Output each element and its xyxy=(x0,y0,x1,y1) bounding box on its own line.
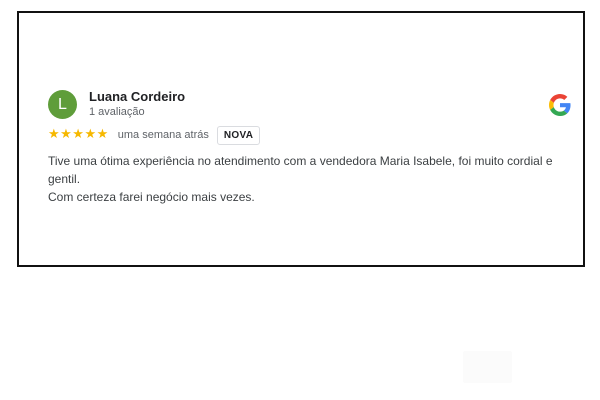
star-rating: ★★★★★ xyxy=(48,127,109,142)
review-meta-row: ★★★★★ uma semana atrás NOVA xyxy=(48,125,261,145)
reviewer-review-count: 1 avaliação xyxy=(89,106,145,118)
review-text-line: Com certeza farei negócio mais vezes. xyxy=(48,190,255,204)
new-badge: NOVA xyxy=(216,125,261,145)
google-g-icon xyxy=(549,94,571,116)
review-text: Tive uma ótima experiência no atendiment… xyxy=(48,152,578,206)
page-canvas: L Luana Cordeiro 1 avaliação ★★★★★ uma s… xyxy=(0,0,600,400)
reviewer-avatar[interactable]: L xyxy=(48,90,77,119)
review-card: L Luana Cordeiro 1 avaliação ★★★★★ uma s… xyxy=(17,11,585,267)
review-text-line: Tive uma ótima experiência no atendiment… xyxy=(48,154,553,186)
review-date: uma semana atrás xyxy=(117,129,209,141)
reviewer-name[interactable]: Luana Cordeiro xyxy=(89,89,185,104)
background-block xyxy=(463,351,512,383)
